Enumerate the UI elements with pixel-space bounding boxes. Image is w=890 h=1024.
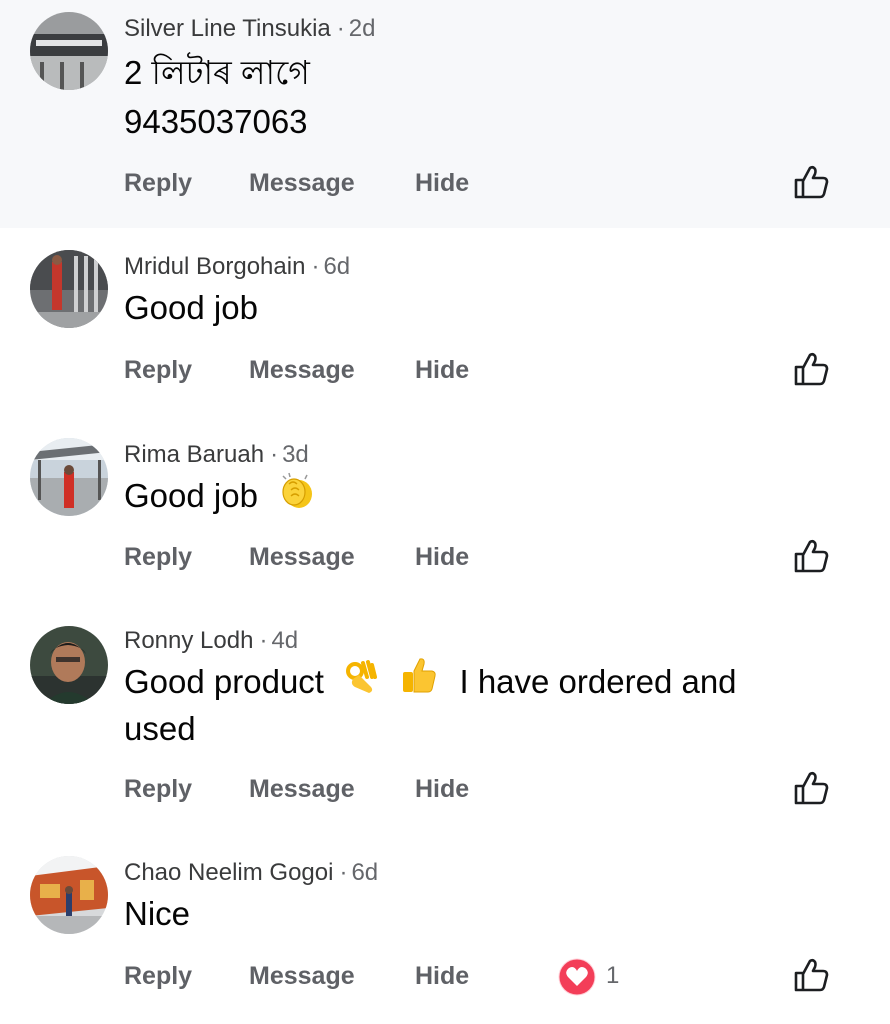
comment-mridul: Mridul Borgohain · 6d Good job Reply Messa… — [0, 228, 890, 418]
reply-button[interactable]: Reply — [124, 355, 192, 385]
reply-button[interactable]: Reply — [124, 774, 192, 804]
reply-button[interactable]: Reply — [124, 168, 192, 198]
hide-button[interactable]: Hide — [415, 774, 469, 804]
timestamp[interactable]: 4d — [271, 627, 298, 654]
separator-dot: · — [270, 441, 279, 468]
thumbs-up-outline-icon[interactable] — [792, 956, 830, 994]
comment-text-part: I have ordered and — [459, 663, 737, 700]
ok-hand-icon — [341, 657, 379, 706]
avatar[interactable] — [30, 438, 108, 516]
comment-meta: Ronny Lodh · 4d — [124, 626, 298, 656]
avatar[interactable] — [30, 250, 108, 328]
comment-text-content: Good job — [124, 477, 258, 514]
separator-dot: · — [339, 859, 348, 886]
reply-button[interactable]: Reply — [124, 542, 192, 572]
hide-button[interactable]: Hide — [415, 961, 469, 991]
comment-text-part: Good product — [124, 663, 324, 700]
avatar[interactable] — [30, 856, 108, 934]
author-name[interactable]: Mridul Borgohain — [124, 253, 305, 280]
separator-dot: · — [259, 627, 268, 654]
clapping-hands-icon — [277, 470, 317, 521]
comment-text-line: used — [124, 709, 196, 747]
comment-text-line: 2 লিটাৰ লাগে — [124, 54, 310, 91]
comment-meta: Rima Baruah · 3d — [124, 440, 309, 470]
thumbs-up-outline-icon[interactable] — [792, 537, 830, 575]
timestamp[interactable]: 3d — [282, 441, 309, 468]
separator-dot: · — [336, 15, 345, 42]
message-button[interactable]: Message — [249, 961, 355, 991]
author-name[interactable]: Rima Baruah — [124, 441, 264, 468]
author-name[interactable]: Ronny Lodh — [124, 627, 253, 654]
comment-text: Good job — [124, 289, 258, 326]
comment-text-line: Good product I have ordered and — [124, 657, 784, 706]
avatar[interactable] — [30, 626, 108, 704]
comment-text: Nice — [124, 895, 191, 932]
thumbs-up-outline-icon[interactable] — [792, 769, 830, 807]
comment-text: Good job — [124, 470, 784, 521]
comment-chao: Chao Neelim Gogoi · 6d Nice Reply Message … — [0, 838, 890, 1024]
comment-text: 2 লিটাৰ লাগে 9435037063 — [124, 50, 784, 144]
comment-meta: Chao Neelim Gogoi · 6d — [124, 858, 378, 888]
comment-meta: Silver Line Tinsukia · 2d — [124, 14, 375, 44]
author-name[interactable]: Silver Line Tinsukia — [124, 15, 331, 42]
comment-text-line: 9435037063 — [124, 103, 308, 140]
hide-button[interactable]: Hide — [415, 168, 469, 198]
reaction-count: 1 — [606, 962, 620, 989]
message-button[interactable]: Message — [249, 542, 355, 572]
message-button[interactable]: Message — [249, 774, 355, 804]
hide-button[interactable]: Hide — [415, 355, 469, 385]
avatar[interactable] — [30, 12, 108, 90]
comment-silver-line: Silver Line Tinsukia · 2d 2 লিটাৰ লাগে 943… — [0, 0, 890, 228]
comment-rima: Rima Baruah · 3d Good job Reply Message Hi… — [0, 418, 890, 606]
heart-icon — [558, 958, 596, 996]
thumbs-up-outline-icon[interactable] — [792, 350, 830, 388]
reply-button[interactable]: Reply — [124, 961, 192, 991]
author-name[interactable]: Chao Neelim Gogoi — [124, 859, 333, 886]
comment-meta: Mridul Borgohain · 6d — [124, 252, 350, 282]
timestamp[interactable]: 6d — [323, 253, 350, 280]
message-button[interactable]: Message — [249, 168, 355, 198]
timestamp[interactable]: 6d — [351, 859, 378, 886]
timestamp[interactable]: 2d — [349, 15, 376, 42]
comment-text: Good product I have ordered and used — [124, 657, 784, 751]
thumbs-up-outline-icon[interactable] — [792, 163, 830, 201]
separator-dot: · — [311, 253, 320, 280]
message-button[interactable]: Message — [249, 355, 355, 385]
comment-ronny: Ronny Lodh · 4d Good product I have ordere… — [0, 606, 890, 838]
hide-button[interactable]: Hide — [415, 542, 469, 572]
thumbs-up-icon — [400, 657, 438, 706]
